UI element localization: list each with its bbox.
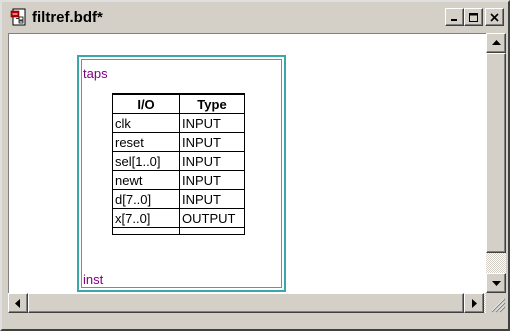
port-name: d[7..0] — [112, 189, 180, 209]
symbol-name: taps — [83, 66, 108, 81]
scroll-up-button[interactable] — [486, 33, 506, 53]
maximize-button[interactable] — [464, 8, 483, 26]
window-controls — [445, 8, 504, 26]
instance-name: inst — [83, 272, 104, 287]
resize-grip[interactable] — [486, 293, 506, 313]
resize-grip-icon — [491, 298, 506, 313]
port-name: newt — [112, 170, 180, 190]
maximize-icon — [469, 12, 478, 22]
arrow-right-icon — [472, 298, 477, 308]
minimize-button[interactable] — [445, 8, 464, 26]
table-row: clk INPUT — [112, 113, 245, 133]
header-io: I/O — [112, 93, 180, 114]
window-title: filtref.bdf* — [32, 8, 103, 26]
header-type: Type — [179, 93, 245, 114]
minimize-icon — [451, 18, 457, 21]
table-row: sel[1..0] INPUT — [112, 151, 245, 171]
close-icon — [490, 12, 499, 22]
horizontal-scrollbar[interactable] — [8, 293, 486, 313]
port-type: INPUT — [179, 170, 245, 190]
close-button[interactable] — [485, 8, 504, 26]
document-window: filtref.bdf* taps I/O Type clk INPUT res… — [0, 0, 510, 331]
scroll-right-button[interactable] — [464, 293, 484, 313]
arrow-left-icon — [15, 298, 20, 308]
scroll-down-button[interactable] — [486, 273, 506, 293]
port-name: sel[1..0] — [112, 151, 180, 171]
port-type: INPUT — [179, 189, 245, 209]
port-type: OUTPUT — [179, 208, 245, 228]
title-bar[interactable]: filtref.bdf* — [4, 4, 506, 30]
vertical-scroll-thumb[interactable] — [486, 53, 506, 253]
arrow-up-icon — [491, 40, 501, 45]
port-type: INPUT — [179, 113, 245, 133]
window-bottom-frame — [4, 313, 506, 329]
table-row: newt INPUT — [112, 170, 245, 190]
scroll-left-button[interactable] — [8, 293, 28, 313]
symbol-block[interactable]: taps I/O Type clk INPUT reset INPUT sel[… — [77, 55, 286, 292]
port-type: INPUT — [179, 132, 245, 152]
table-row: reset INPUT — [112, 132, 245, 152]
table-row: x[7..0] OUTPUT — [112, 208, 245, 228]
port-name: x[7..0] — [112, 208, 180, 228]
vertical-scrollbar[interactable] — [486, 33, 506, 293]
port-name: clk — [112, 113, 180, 133]
arrow-down-icon — [491, 281, 501, 286]
port-type: INPUT — [179, 151, 245, 171]
horizontal-scroll-thumb[interactable] — [28, 293, 464, 313]
port-table: I/O Type clk INPUT reset INPUT sel[1..0] — [112, 93, 245, 235]
empty-cell — [112, 227, 180, 235]
table-row: d[7..0] INPUT — [112, 189, 245, 209]
schematic-canvas[interactable]: taps I/O Type clk INPUT reset INPUT sel[… — [8, 33, 486, 293]
port-name: reset — [112, 132, 180, 152]
table-row-empty — [112, 227, 245, 235]
empty-cell — [179, 227, 245, 235]
bdf-document-icon — [10, 8, 28, 26]
